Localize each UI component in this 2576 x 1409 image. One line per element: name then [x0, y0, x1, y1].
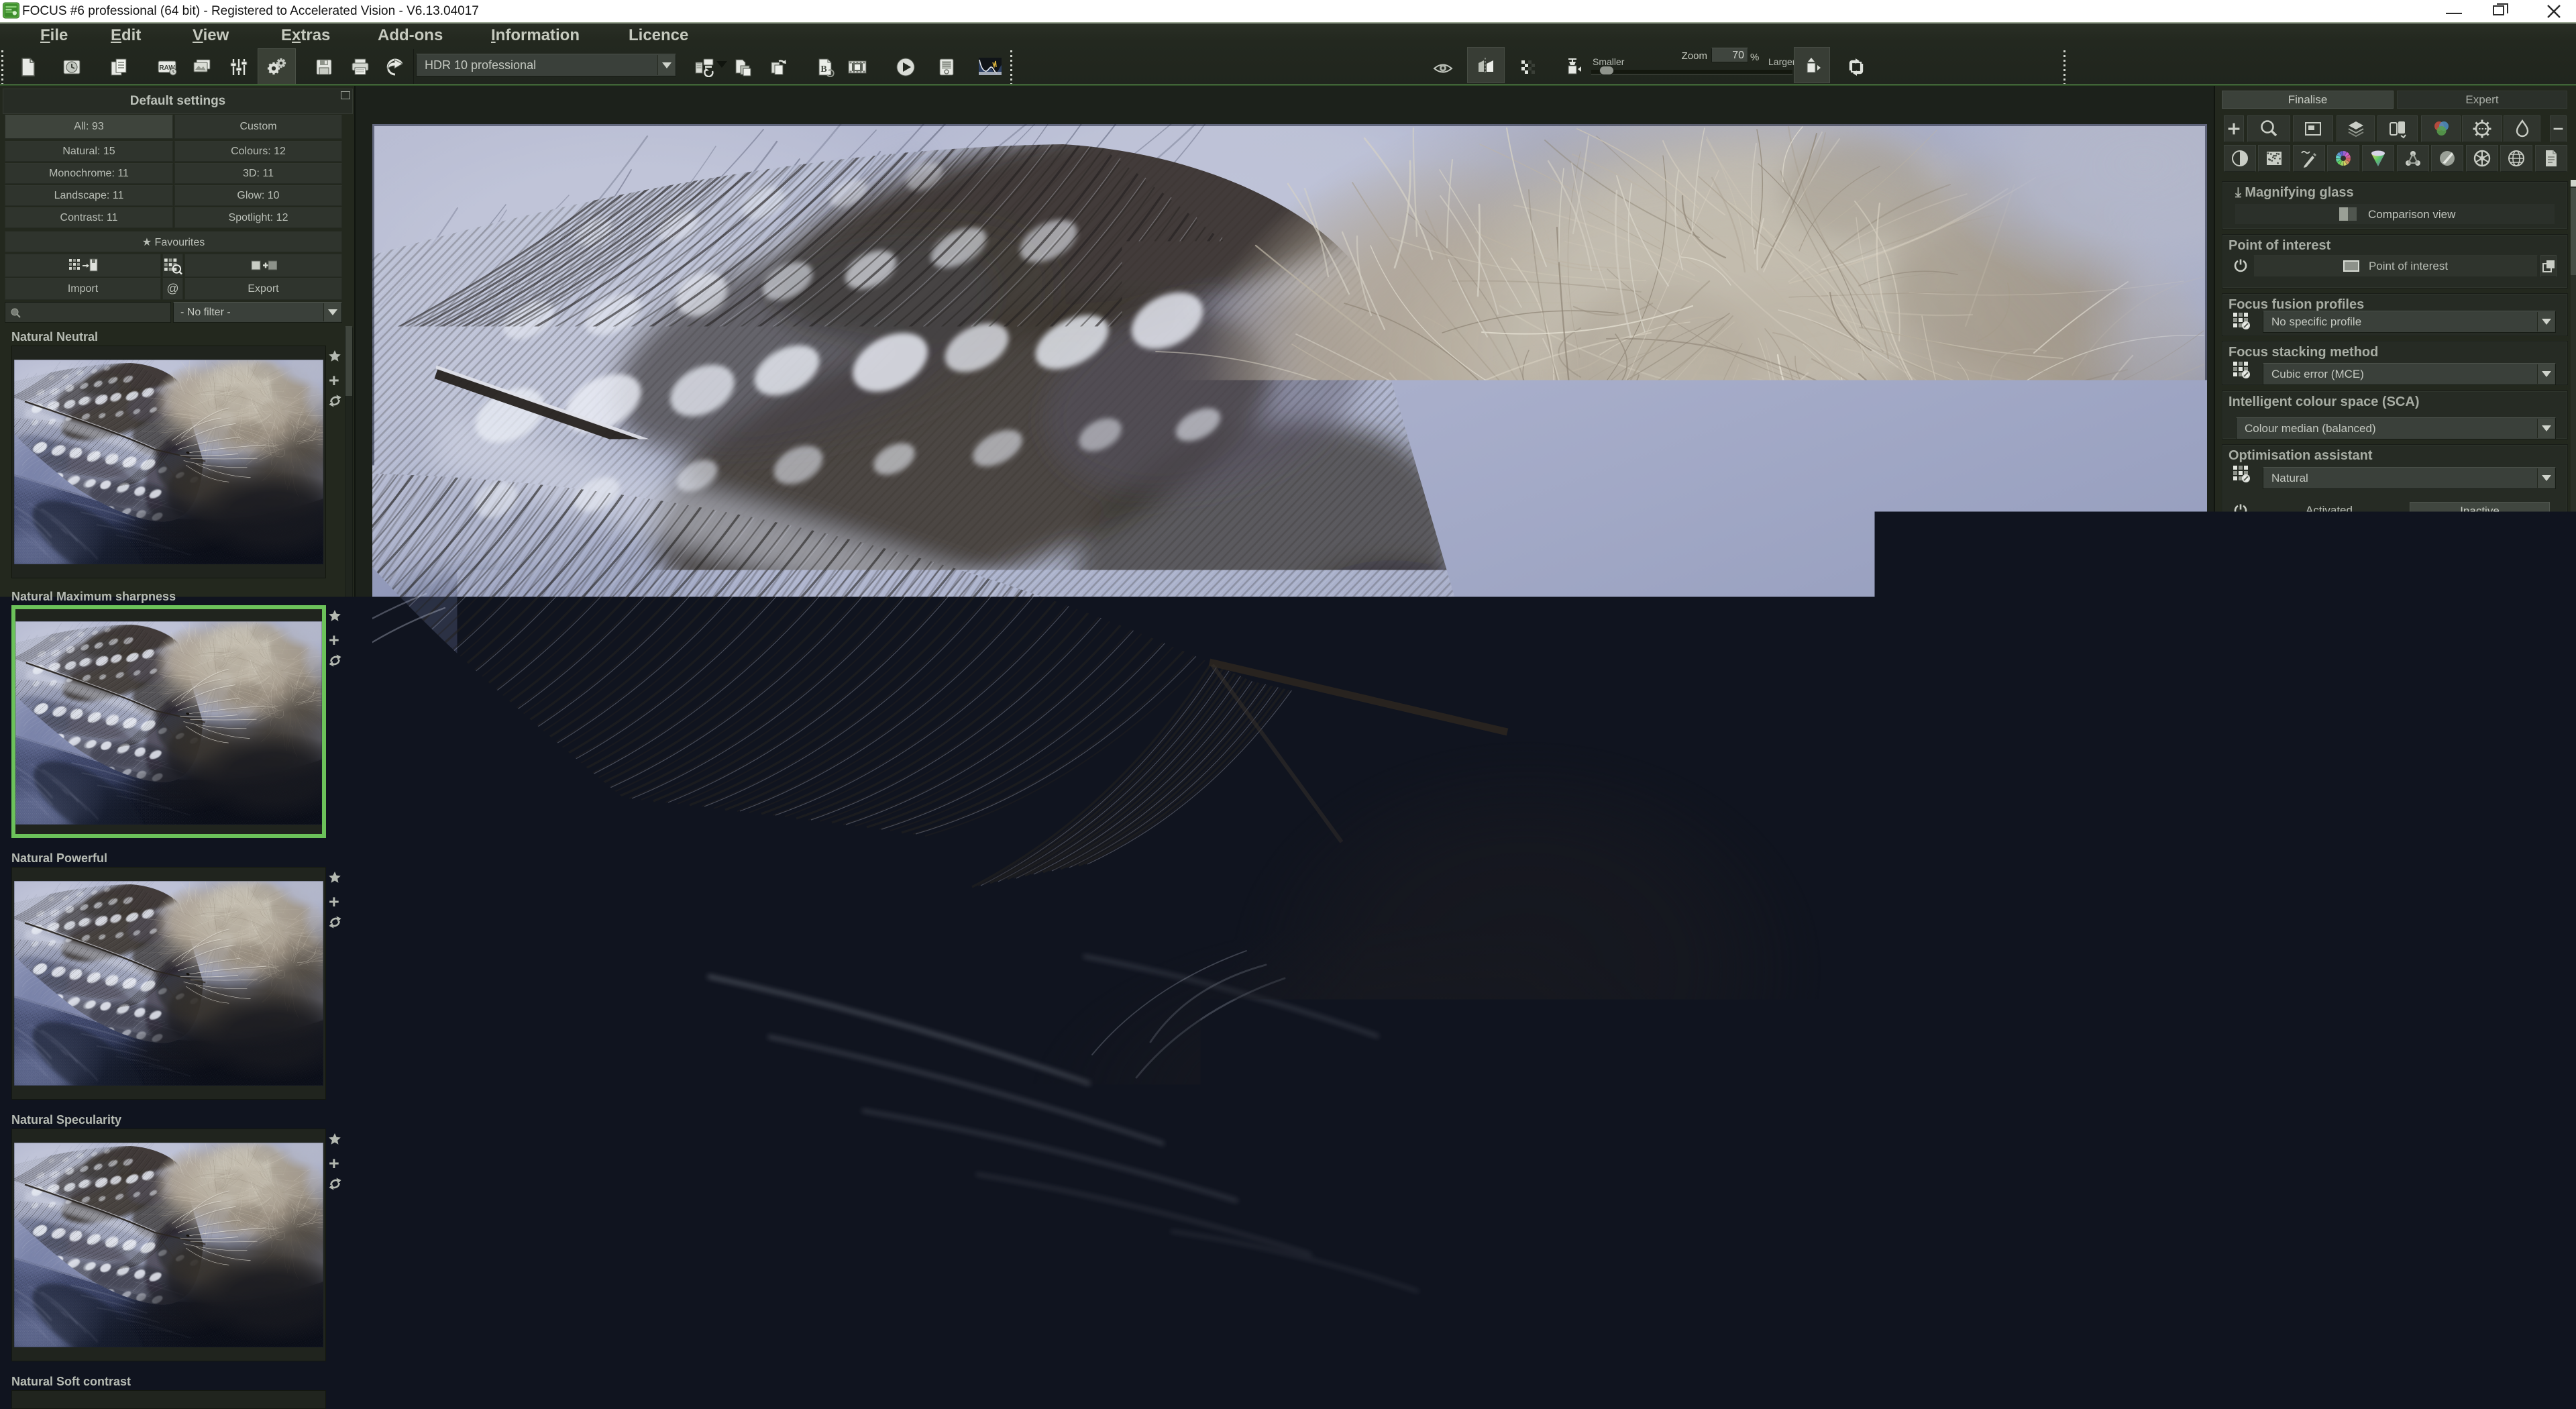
svg-text:B: B — [820, 64, 826, 74]
